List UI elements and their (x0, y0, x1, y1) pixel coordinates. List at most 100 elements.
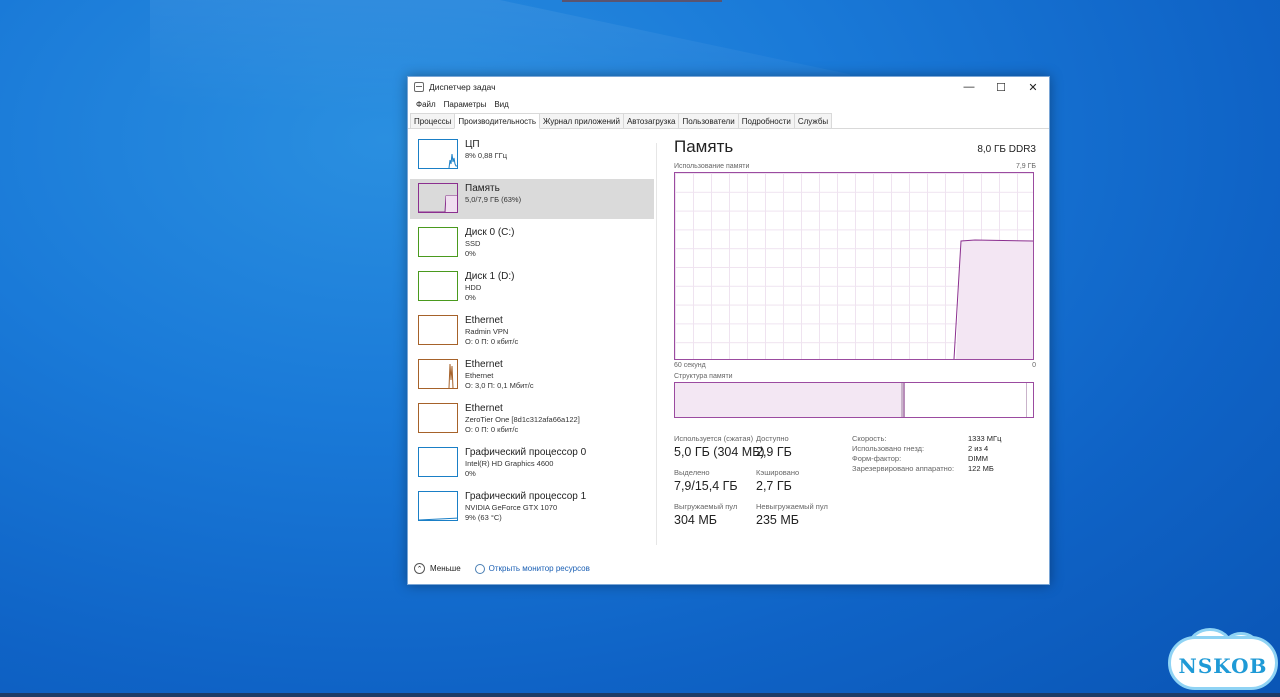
sidebar-thumbnail-graph (418, 359, 458, 389)
sidebar-item-detail: SSD (465, 239, 481, 248)
tab-startup[interactable]: Автозагрузка (622, 113, 680, 128)
sidebar-thumbnail-graph (418, 227, 458, 257)
sidebar-thumbnail-graph (418, 447, 458, 477)
task-manager-window[interactable]: Диспетчер задач — ☐ ✕ Файл Параметры Вид… (407, 76, 1050, 585)
sidebar-thumbnail-graph (418, 183, 458, 213)
sidebar-item-name: Память (465, 183, 500, 194)
sidebar-item-7[interactable]: Графический процессор 0 Intel(R) HD Graph… (410, 443, 654, 487)
usage-graph-max: 7,9 ГБ (1015, 163, 1036, 170)
memory-panel: Память 8,0 ГБ DDR3 Использование памяти … (674, 137, 1036, 536)
sidebar-item-value: О: 0 П: 0 кбит/с (465, 337, 519, 346)
menu-file[interactable]: Файл (412, 100, 440, 109)
sidebar-item-4[interactable]: Ethernet Radmin VPN О: 0 П: 0 кбит/с (410, 311, 654, 355)
tab-processes[interactable]: Процессы (410, 113, 456, 128)
close-button[interactable]: ✕ (1017, 77, 1049, 97)
prop-form-label: Форм-фактор: (852, 454, 902, 463)
sidebar-thumbnail-graph (418, 271, 458, 301)
memory-usage-graph (674, 172, 1034, 360)
open-resource-monitor-link[interactable]: Открыть монитор ресурсов (489, 564, 590, 573)
desktop-top-edge (562, 0, 722, 2)
nonpaged-pool-value: 235 МБ (756, 513, 799, 527)
menu-options[interactable]: Параметры (440, 100, 491, 109)
sidebar-item-detail: ZeroTier One [8d1c312afa66a122] (465, 415, 580, 424)
watermark-text: NSKOB (1178, 654, 1268, 678)
resource-sidebar: ЦП 8% 0,88 ГГц Память 5,0/7,9 ГБ (63%) Диск … (410, 135, 654, 531)
sidebar-item-name: Диск 0 (C:) (465, 227, 515, 238)
prop-reserved-value: 122 МБ (968, 464, 994, 473)
structure-in-use (675, 383, 903, 417)
usage-graph-label: Использование памяти (674, 163, 750, 170)
memory-structure-bar[interactable] (674, 382, 1034, 418)
structure-label: Структура памяти (674, 373, 733, 380)
sidebar-item-8[interactable]: Графический процессор 1 NVIDIA GeForce GT… (410, 487, 654, 531)
sidebar-item-detail: NVIDIA GeForce GTX 1070 (465, 503, 558, 512)
sidebar-item-value: О: 3,0 П: 0,1 Мбит/с (465, 381, 534, 390)
fewer-details-button[interactable]: Меньше (430, 564, 461, 573)
tab-strip: Процессы Производительность Журнал прило… (408, 113, 1049, 129)
tab-services[interactable]: Службы (793, 113, 833, 128)
resource-monitor-icon (474, 563, 485, 574)
maximize-button[interactable]: ☐ (985, 77, 1017, 97)
sidebar-item-0[interactable]: ЦП 8% 0,88 ГГц (410, 135, 654, 179)
menu-view[interactable]: Вид (490, 100, 512, 109)
performance-content: ЦП 8% 0,88 ГГц Память 5,0/7,9 ГБ (63%) Диск … (408, 129, 1049, 554)
sidebar-item-value: 9% (63 °C) (465, 513, 502, 522)
chevron-up-icon[interactable]: ⌃ (414, 563, 425, 574)
memory-usage-trace (953, 239, 1033, 359)
prop-slots-value: 2 из 4 (968, 444, 989, 453)
sidebar-thumbnail-graph (418, 491, 458, 521)
sidebar-item-value: 0% (465, 293, 476, 302)
memory-properties: Скорость: 1333 МГц Использовано гнезд: 2 и… (852, 434, 1001, 536)
sidebar-item-detail: Ethernet (465, 371, 494, 380)
graph-x-left: 60 секунд (674, 362, 706, 369)
title-bar[interactable]: Диспетчер задач — ☐ ✕ (408, 77, 1049, 97)
sidebar-thumbnail-graph (418, 315, 458, 345)
sidebar-item-5[interactable]: Ethernet Ethernet О: 3,0 П: 0,1 Мбит/с (410, 355, 654, 399)
window-title: Диспетчер задач (429, 82, 496, 92)
sidebar-item-detail: 5,0/7,9 ГБ (63%) (465, 195, 522, 204)
sidebar-item-3[interactable]: Диск 1 (D:) HDD 0% (410, 267, 654, 311)
sidebar-item-2[interactable]: Диск 0 (C:) SSD 0% (410, 223, 654, 267)
cached-label: Кэшировано (756, 468, 800, 477)
sidebar-item-value: О: 0 П: 0 кбит/с (465, 425, 519, 434)
structure-standby (905, 383, 1027, 417)
prop-speed-label: Скорость: (852, 434, 887, 443)
sidebar-item-name: ЦП (465, 139, 480, 150)
sidebar-thumbnail-graph (418, 139, 458, 169)
graph-x-right: 0 (1032, 362, 1036, 369)
sidebar-thumbnail-graph (418, 403, 458, 433)
tab-users[interactable]: Пользователи (678, 113, 739, 128)
tab-app-history[interactable]: Журнал приложений (539, 113, 624, 128)
menu-bar: Файл Параметры Вид (408, 97, 1049, 111)
sidebar-item-name: Диск 1 (D:) (465, 271, 515, 282)
taskbar-edge (0, 693, 1280, 697)
available-label: Доступно (756, 434, 789, 443)
tab-performance[interactable]: Производительность (454, 113, 540, 129)
sidebar-item-6[interactable]: Ethernet ZeroTier One [8d1c312afa66a122] О… (410, 399, 654, 443)
sidebar-item-name: Графический процессор 1 (465, 491, 587, 502)
prop-slots-label: Использовано гнезд: (852, 444, 925, 453)
watermark-logo: NSKOB (1168, 628, 1278, 690)
minimize-button[interactable]: — (953, 77, 985, 97)
window-footer: ⌃ Меньше Открыть монитор ресурсов (414, 563, 590, 574)
memory-spec: 8,0 ГБ DDR3 (977, 144, 1036, 155)
memory-title: Память (674, 137, 734, 156)
memory-stats: Используется (сжатая) 5,0 ГБ (304 МБ) Выд… (674, 434, 1036, 536)
sidebar-item-name: Графический процессор 0 (465, 447, 587, 458)
tab-details[interactable]: Подробности (737, 113, 795, 128)
sidebar-item-detail: Radmin VPN (465, 327, 509, 336)
available-value: 2,9 ГБ (756, 445, 792, 459)
sidebar-item-name: Ethernet (465, 359, 503, 370)
sidebar-item-value: 0% (465, 469, 476, 478)
prop-speed-value: 1333 МГц (968, 434, 1002, 443)
nonpaged-pool-label: Невыгружаемый пул (756, 502, 828, 511)
sidebar-item-name: Ethernet (465, 315, 503, 326)
sidebar-item-detail: 8% 0,88 ГГц (465, 151, 508, 160)
sidebar-item-detail: HDD (465, 283, 482, 292)
prop-reserved-label: Зарезервировано аппаратно: (852, 464, 955, 473)
sidebar-item-1[interactable]: Память 5,0/7,9 ГБ (63%) (410, 179, 654, 219)
prop-form-value: DIMM (968, 454, 988, 463)
sidebar-item-value: 0% (465, 249, 476, 258)
task-manager-icon (414, 82, 424, 92)
pane-divider[interactable] (656, 143, 657, 545)
